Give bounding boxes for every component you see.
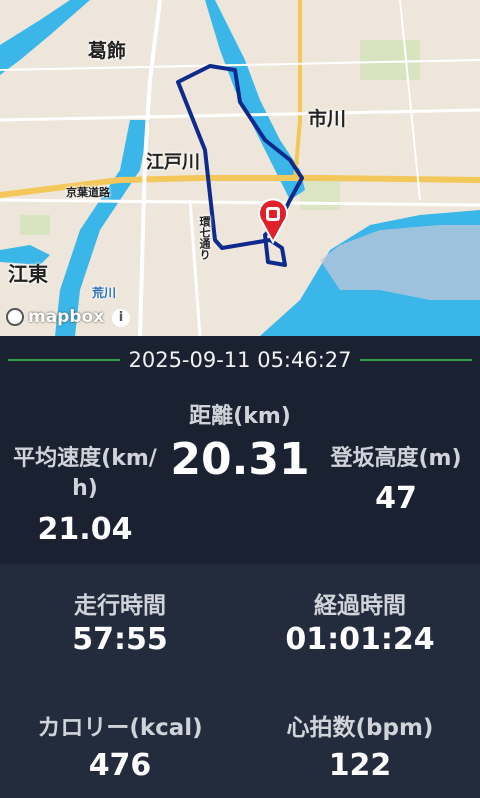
info-icon[interactable]: i bbox=[112, 309, 130, 327]
heart-rate-value: 122 bbox=[328, 748, 392, 783]
elevation-value: 47 bbox=[375, 481, 417, 516]
moving-time-label: 走行時間 bbox=[74, 593, 166, 619]
map-label-koto: 江東 bbox=[8, 262, 48, 286]
activity-header: 2025-09-11 05:46:27 bbox=[0, 336, 480, 384]
divider-right bbox=[359, 359, 473, 361]
calories-value: 476 bbox=[88, 748, 152, 783]
elevation-label: 登坂高度(m) bbox=[330, 446, 462, 471]
elapsed-time-label: 経過時間 bbox=[314, 593, 406, 619]
avg-speed-label-line2: h) bbox=[72, 476, 98, 501]
mapbox-logo-icon bbox=[6, 308, 24, 326]
distance-value: 20.31 bbox=[170, 434, 310, 485]
moving-time-value: 57:55 bbox=[72, 622, 168, 657]
route-map[interactable]: 葛飾 市川 江戸川 京葉道路 環七通り 江東 荒川 mapbox i bbox=[0, 0, 480, 336]
map-background bbox=[0, 0, 480, 336]
distance-label: 距離(km) bbox=[189, 404, 291, 429]
map-label-kannana: 環七通り bbox=[198, 216, 211, 260]
heart-rate-label: 心拍数(bpm) bbox=[286, 715, 434, 741]
calories-label: カロリー(kcal) bbox=[37, 715, 203, 741]
elapsed-time-value: 01:01:24 bbox=[285, 622, 435, 657]
map-label-ichikawa: 市川 bbox=[308, 108, 347, 130]
divider-left bbox=[8, 359, 121, 361]
map-label-edogawa: 江戸川 bbox=[146, 152, 200, 173]
avg-speed-value: 21.04 bbox=[37, 512, 133, 547]
map-label-keiyo-road: 京葉道路 bbox=[66, 186, 110, 199]
secondary-stats: 走行時間 57:55 経過時間 01:01:24 カロリー(kcal) 476 … bbox=[0, 564, 480, 798]
activity-datetime: 2025-09-11 05:46:27 bbox=[128, 348, 352, 372]
avg-speed-label-line1: 平均速度(km/ bbox=[13, 446, 157, 471]
map-label-arakawa: 荒川 bbox=[92, 286, 117, 300]
mapbox-attribution: mapbox bbox=[28, 307, 105, 327]
avg-speed-label: 平均速度(km/ h) bbox=[0, 444, 170, 504]
map-label-katsushika: 葛飾 bbox=[88, 40, 127, 62]
mapbox-logo[interactable]: mapbox bbox=[6, 307, 104, 327]
primary-stats: 距離(km) 20.31 平均速度(km/ h) 21.04 登坂高度(m) 4… bbox=[0, 384, 480, 564]
